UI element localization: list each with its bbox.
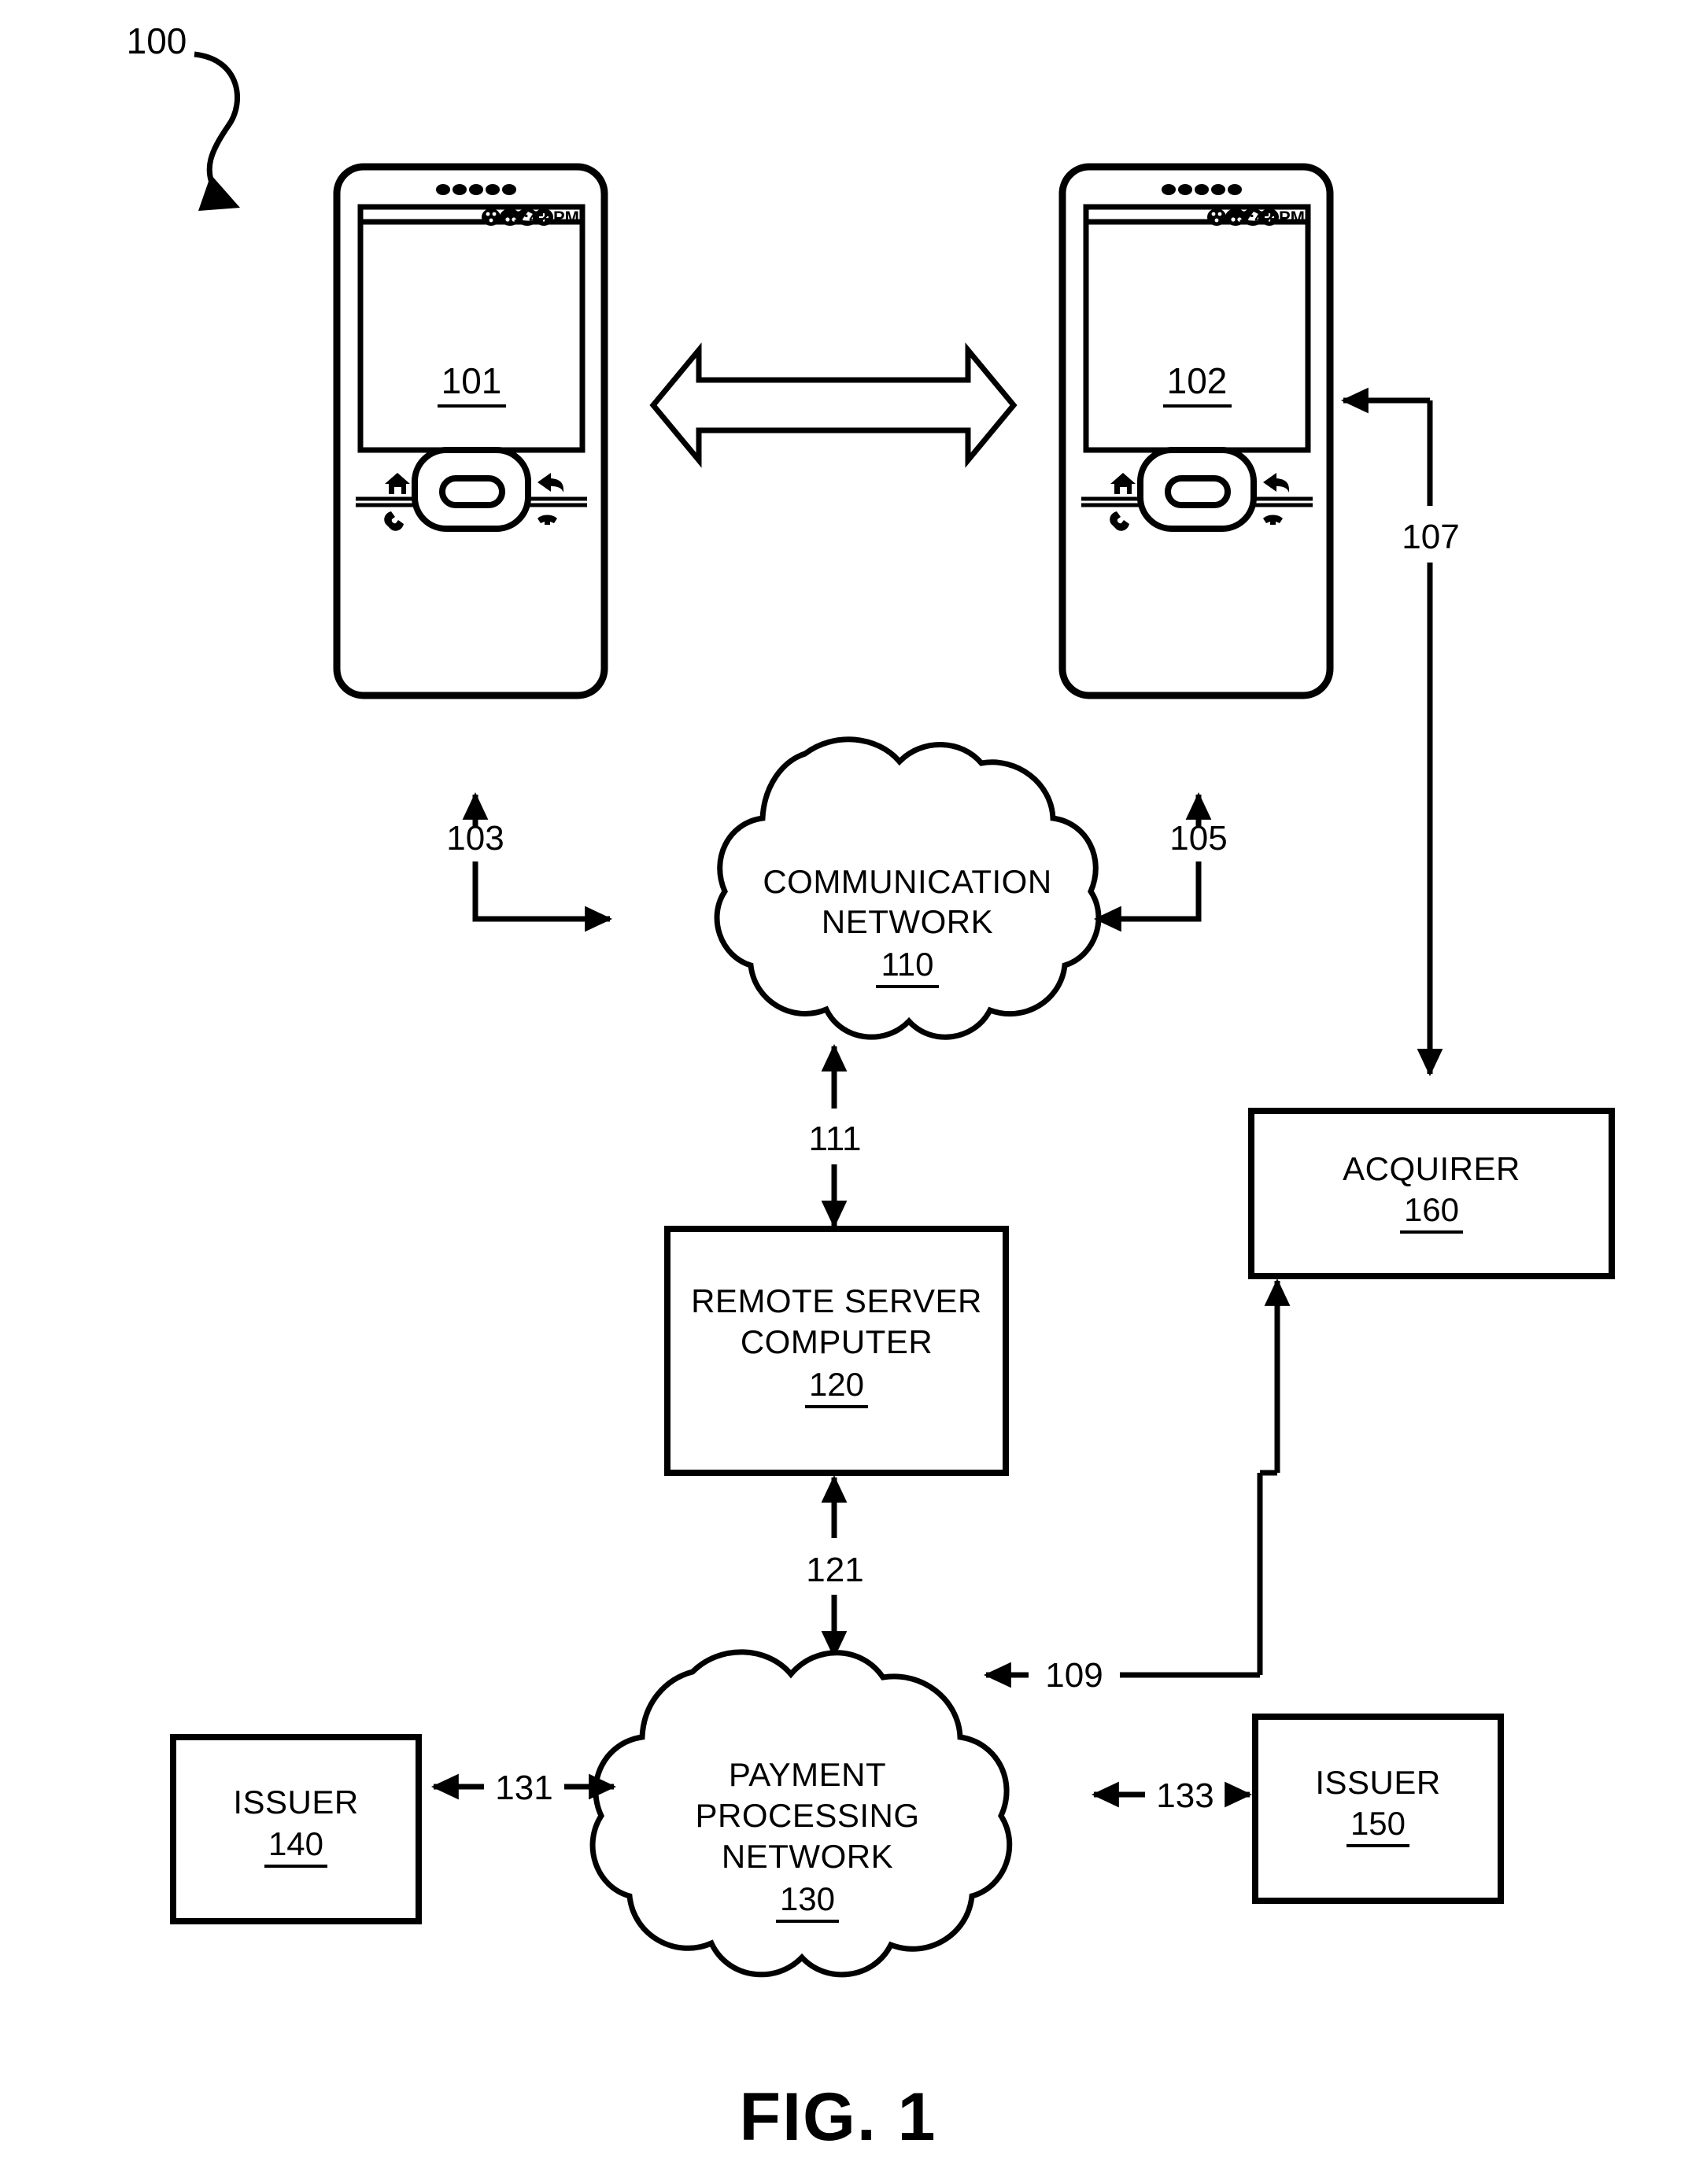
- phone-screen-ref-left: 101: [441, 360, 502, 401]
- node-acquirer[interactable]: ACQUIRER 160: [1248, 1108, 1615, 1279]
- issuer-150-label: ISSUER: [1315, 1764, 1440, 1801]
- payment-network-line2: PROCESSING: [695, 1797, 919, 1834]
- node-remote-server[interactable]: REMOTE SERVER COMPUTER 120: [664, 1226, 1009, 1476]
- connector-107: 107: [1340, 387, 1460, 1077]
- mobile-device-left[interactable]: 3:42 PM 101 MENU: [333, 163, 608, 699]
- connector-105: 105: [1093, 791, 1228, 932]
- connector-103: 103: [446, 791, 613, 932]
- speaker-dots-icon-left: [436, 184, 516, 195]
- node-issuer-150[interactable]: ISSUER 150: [1252, 1714, 1504, 1904]
- call-start-icon-left[interactable]: [384, 511, 404, 531]
- figure-caption: FIG. 1: [740, 2079, 937, 2155]
- phone-status-time-left: 3:42 PM: [514, 208, 579, 227]
- system-reference-leader: 100: [127, 20, 240, 211]
- node-issuer-140[interactable]: ISSUER 140: [170, 1734, 422, 1924]
- call-end-icon-left[interactable]: [537, 515, 557, 526]
- remote-server-ref: 120: [809, 1366, 864, 1403]
- comm-network-line1: COMMUNICATION: [763, 863, 1051, 900]
- connector-133: 133: [1091, 1776, 1253, 1815]
- back-arrow-icon-right[interactable]: [1263, 473, 1290, 493]
- diagram-canvas: 100 3:42 PM 101 3:42 PM 102 COMMUNICATIO…: [0, 0, 1703, 2184]
- connector-109-label: 109: [1045, 1656, 1103, 1695]
- connector-121: 121: [806, 1474, 864, 1659]
- phone-status-time-right: 3:42 PM: [1239, 208, 1305, 227]
- connector-121-label: 121: [806, 1551, 863, 1589]
- phone-screen-left: [357, 219, 586, 453]
- acquirer-label: ACQUIRER: [1343, 1150, 1520, 1187]
- home-icon-left[interactable]: [385, 473, 410, 494]
- back-arrow-icon-left[interactable]: [537, 473, 564, 493]
- payment-network-line3: NETWORK: [722, 1838, 893, 1875]
- comm-network-ref: 110: [881, 946, 934, 983]
- issuer-140-ref: 140: [268, 1825, 323, 1862]
- call-end-icon-right[interactable]: [1263, 515, 1283, 526]
- issuer-150-ref: 150: [1350, 1805, 1406, 1842]
- connector-133-label: 133: [1156, 1776, 1214, 1815]
- mobile-device-right[interactable]: 3:42 PM 102 MENU: [1058, 163, 1334, 699]
- comm-network-line2: NETWORK: [822, 903, 993, 940]
- connector-107-label: 107: [1402, 518, 1459, 556]
- issuer-140-label: ISSUER: [233, 1784, 358, 1821]
- connector-105-label: 105: [1169, 819, 1227, 858]
- payment-network-ref: 130: [780, 1880, 835, 1917]
- patent-figure-1: 100 3:42 PM 101 3:42 PM 102 COMMUNICATIO…: [0, 0, 1703, 2184]
- acquirer-ref: 160: [1404, 1191, 1459, 1228]
- remote-server-line1: REMOTE SERVER: [691, 1282, 982, 1319]
- home-icon-right[interactable]: [1110, 473, 1136, 494]
- node-payment-processing-network[interactable]: PAYMENT PROCESSING NETWORK 130: [589, 1649, 1013, 1978]
- connector-111: 111: [809, 1043, 862, 1229]
- connector-131-label: 131: [495, 1769, 552, 1807]
- call-start-icon-right[interactable]: [1110, 511, 1129, 531]
- payment-network-line1: PAYMENT: [729, 1756, 886, 1793]
- connector-103-label: 103: [446, 819, 504, 858]
- node-communication-network[interactable]: COMMUNICATION NETWORK 110: [714, 736, 1102, 1040]
- connector-device-to-device: [649, 342, 1018, 468]
- system-ref-label: 100: [127, 20, 187, 61]
- remote-server-line2: COMPUTER: [741, 1323, 933, 1360]
- phone-screen-right: [1083, 219, 1311, 453]
- speaker-dots-icon-right: [1162, 184, 1242, 195]
- connector-131: 131: [430, 1769, 617, 1807]
- phone-screen-ref-right: 102: [1167, 360, 1228, 401]
- connector-109: 109: [983, 1278, 1291, 1695]
- connector-111-label: 111: [809, 1120, 862, 1158]
